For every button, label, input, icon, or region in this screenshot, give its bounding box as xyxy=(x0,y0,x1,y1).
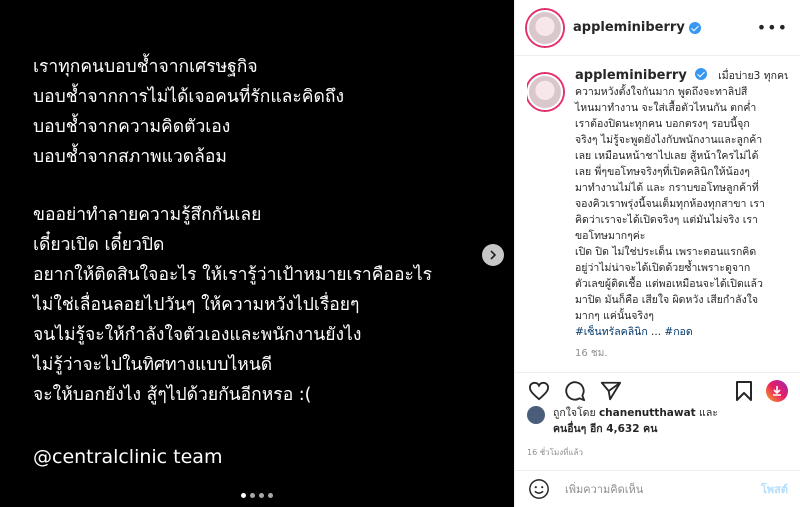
instagram-badge-icon[interactable] xyxy=(766,379,788,402)
verified-badge-icon xyxy=(688,21,701,34)
image-text-spacer xyxy=(33,172,504,200)
caption-text: จริงๆ ไม่รู้จะพูดยังไงกับพนักงานและลูกค้… xyxy=(575,134,763,146)
caption-text: เลย พี่ๆขอโทษจริงๆที่เปิดคลินิกให้น้องๆ xyxy=(575,166,750,178)
hashtag-link[interactable]: #กอด xyxy=(664,326,692,338)
caption-text: คิดว่าเราจะได้เปิดจริงๆ แต่มันไม่จริง เร… xyxy=(575,214,758,226)
post-window: เราทุกคนบอบช้ำจากเศรษฐกิจ บอบช้ำจากการไม… xyxy=(0,0,800,507)
image-text-line: ไม่ใช่เลื่อนลอยไปวันๆ ให้ความหวังไปเรื่อ… xyxy=(33,295,360,315)
caption: appleminiberry เมื่อบ่าย3 ทุกคนมี ความหว… xyxy=(575,68,788,368)
caption-text: ขอโทษมากๆค่ะ xyxy=(575,230,646,242)
post-sidebar: appleminiberry ••• appleminiberry เมื่อบ… xyxy=(514,0,800,507)
carousel-dot xyxy=(259,493,264,498)
image-text-line: อยากให้ติดสินใจอะไร ให้เรารู้ว่าเป้าหมาย… xyxy=(33,265,433,285)
post-header: appleminiberry ••• xyxy=(515,0,800,56)
post-timestamp[interactable]: 16 ชั่วโมงที่แล้ว xyxy=(527,446,583,459)
hashtag-link[interactable]: #เซ็นทรัลคลินิก xyxy=(575,326,648,338)
image-text-line: เราทุกคนบอบช้ำจากเศรษฐกิจ xyxy=(33,57,258,77)
action-bar xyxy=(515,372,800,408)
save-button[interactable] xyxy=(732,379,756,403)
post-comment-button[interactable]: โพสต์ xyxy=(761,480,788,498)
caption-text: เมื่อบ่าย3 ทุกคนมี xyxy=(718,70,788,82)
comment-icon xyxy=(565,380,586,401)
image-text-spacer xyxy=(33,410,504,438)
more-options-icon[interactable]: ••• xyxy=(757,18,788,37)
carousel-indicator xyxy=(241,493,273,498)
likes-section: ถูกใจโดย chanenutthawat และ คนอื่นๆ อีก … xyxy=(527,405,788,437)
verified-badge-icon xyxy=(694,68,707,80)
others-likes-link[interactable]: คนอื่นๆ อีก 4,632 คน xyxy=(553,423,657,435)
download-icon xyxy=(773,385,781,396)
avatar[interactable] xyxy=(527,74,563,110)
caption-text: ไหนมาทำงาน จะใส่เสื้อตัวไหนกัน ตกค่ำ xyxy=(575,102,757,114)
comment-input[interactable] xyxy=(563,481,761,497)
caption-text: อยู่ว่าไม่น่าจะได้เปิดด้วยซ้ำเพราะดูจาก xyxy=(575,262,751,274)
caption-text: ความหวังตั้งใจกันมาก พูดถึงจะทาลิปสี xyxy=(575,86,748,98)
share-button[interactable] xyxy=(599,379,623,403)
image-text-line: จะให้บอกยังไง สู้ๆไปด้วยกันอีกหรอ :( xyxy=(33,385,312,405)
caption-text: มาปิด มันก็คือ เสียใจ ผิดหวัง เสียกำลังใ… xyxy=(575,294,759,306)
caption-text: เปิด ปิด ไม่ใช่ประเด็น เพราะตอนแรกคิด xyxy=(575,246,757,258)
liked-by-and: และ xyxy=(699,407,718,419)
image-text-line: บอบช้ำจากสภาพแวดล้อม xyxy=(33,147,227,167)
image-text-line: ขออย่าทำลายความรู้สึกกันเลย xyxy=(33,205,262,225)
post-image[interactable]: เราทุกคนบอบช้ำจากเศรษฐกิจ บอบช้ำจากการไม… xyxy=(0,0,514,507)
like-button[interactable] xyxy=(527,379,551,403)
caption-text: เราต้องปิดนะทุกคน บอกตรงๆ รอบนี้จุก xyxy=(575,118,750,130)
image-handle: @centralclinic team xyxy=(33,446,223,468)
image-text-line: จนไม่รู้จะให้กำลังใจตัวเองและพนักงานยังไ… xyxy=(33,325,362,345)
caption-ellipsis: ... xyxy=(651,326,662,338)
image-text-line: ไม่รู้ว่าจะไปในทิศทางแบบไหนดี xyxy=(33,355,273,375)
image-text-line: บอบช้ำจากความคิดตัวเอง xyxy=(33,117,231,137)
caption-time: 16 ชม. xyxy=(575,348,608,359)
image-text-line: เดี๋ยวเปิด เดี๋ยวปิด xyxy=(33,235,165,255)
caption-text: จองคิวเราพรุ่งนี้จนเต็มทุกห้องทุกสาขา เร… xyxy=(575,198,765,210)
next-image-button[interactable] xyxy=(482,244,504,266)
comment-box: โพสต์ xyxy=(515,470,800,507)
caption-text: เลย เหมือนหน้าชาไปเลย สู้หน้าใครไม่ได้ xyxy=(575,150,759,162)
caption-text: มากๆ แค่นั้นจริงๆ xyxy=(575,310,654,322)
caption-text: มาทำงานไม่ได้ และ กราบขอโทษลูกค้าที่ xyxy=(575,182,759,194)
caption-username-link[interactable]: appleminiberry xyxy=(575,68,687,83)
image-text: เราทุกคนบอบช้ำจากเศรษฐกิจ บอบช้ำจากการไม… xyxy=(33,52,504,472)
carousel-dot xyxy=(268,493,273,498)
avatar[interactable] xyxy=(527,9,563,46)
carousel-dot-active xyxy=(241,493,246,498)
caption-text: ตัวเลขผู้ติดเชื้อ แต่พอเหมือนจะได้เปิดแล… xyxy=(575,278,763,290)
carousel-dot xyxy=(250,493,255,498)
liked-by-prefix: ถูกใจโดย xyxy=(553,407,596,419)
emoji-icon xyxy=(529,479,549,499)
liked-by-user-link[interactable]: chanenutthawat xyxy=(599,407,696,419)
bookmark-icon xyxy=(736,380,752,401)
image-text-line: บอบช้ำจากการไม่ได้เจอคนที่รักและคิดถึง xyxy=(33,87,344,107)
heart-icon xyxy=(528,381,550,400)
caption-section: appleminiberry เมื่อบ่าย3 ทุกคนมี ความหว… xyxy=(527,68,788,368)
comment-button[interactable] xyxy=(563,379,587,403)
avatar[interactable] xyxy=(527,406,545,424)
chevron-right-icon xyxy=(490,250,497,260)
share-icon xyxy=(600,381,622,400)
username-link[interactable]: appleminiberry xyxy=(573,20,685,35)
emoji-button[interactable] xyxy=(527,477,551,501)
